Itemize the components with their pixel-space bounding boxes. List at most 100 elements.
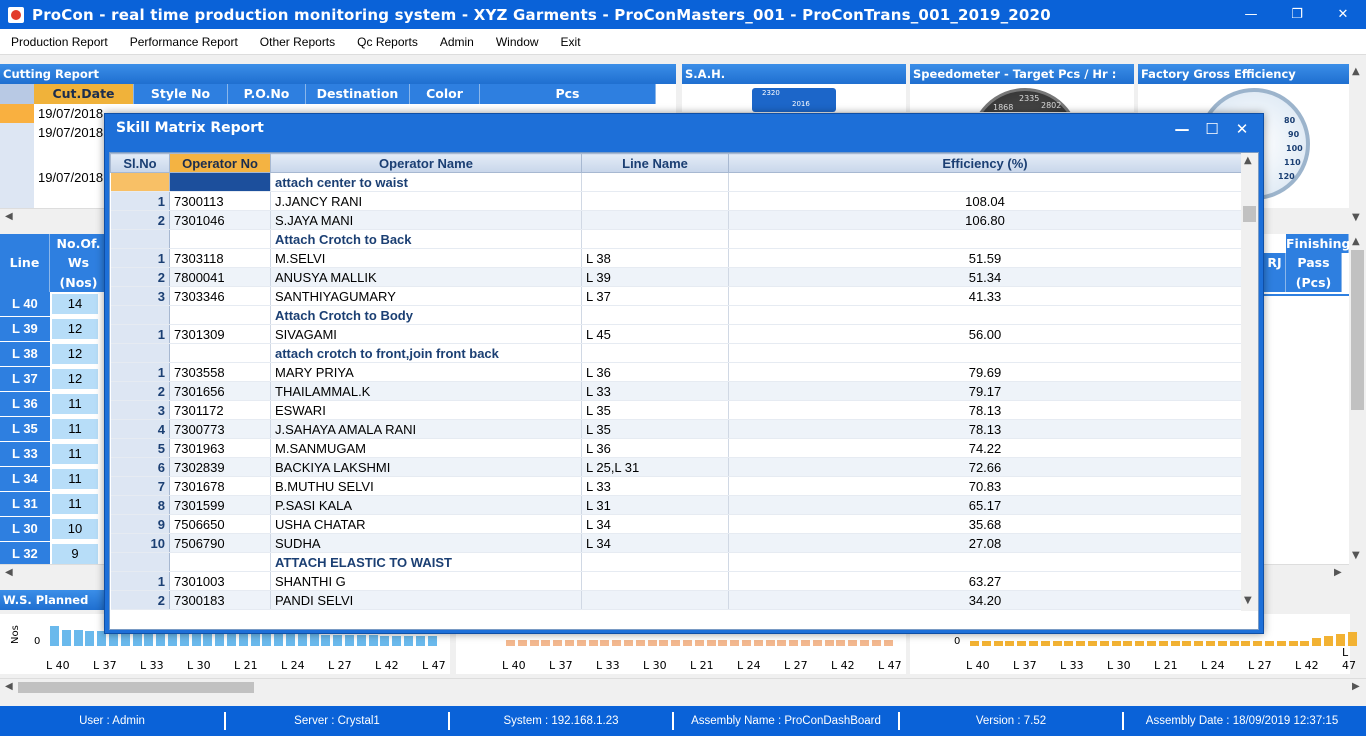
close-icon[interactable]: ✕	[1320, 0, 1366, 29]
line-cell[interactable]: L 37	[0, 367, 50, 391]
main-hscrollbar[interactable]: ◀ ▶	[0, 678, 1366, 695]
col-operator-no[interactable]: Operator No	[169, 153, 271, 173]
col-line[interactable]: Line	[0, 234, 50, 292]
chart-bar	[168, 632, 177, 646]
menu-qc-reports[interactable]: Qc Reports	[346, 35, 429, 49]
ws-count-cell: 11	[52, 469, 98, 489]
line-cell[interactable]: L 31	[0, 492, 50, 516]
col-operator-name[interactable]: Operator Name	[270, 153, 582, 173]
operator-name-cell: SHANTHI G	[270, 571, 582, 591]
x-axis-label: L 30	[1107, 659, 1131, 672]
menu-production-report[interactable]: Production Report	[0, 35, 119, 49]
table-row[interactable]: 10 7506790 SUDHA L 34 27.08	[110, 533, 1242, 553]
table-row[interactable]: 1 7301309 SIVAGAMI L 45 56.00	[110, 324, 1242, 344]
dialog-minimize-icon[interactable]: —	[1167, 118, 1197, 140]
line-cell[interactable]: L 35	[0, 417, 50, 441]
table-row[interactable]: 1 7300113 J.JANCY RANI 108.04	[110, 191, 1242, 211]
menu-other-reports[interactable]: Other Reports	[249, 35, 346, 49]
line-cell[interactable]: L 38	[0, 342, 50, 366]
operator-no-cell: 7506650	[169, 514, 271, 534]
dialog-vscrollbar[interactable]: ▲ ▼	[1241, 153, 1258, 611]
status-bar: User : Admin Server : Crystal1 System : …	[0, 706, 1366, 736]
table-row[interactable]: 3 7301172 ESWARI L 35 78.13	[110, 400, 1242, 420]
scroll-thumb[interactable]	[18, 682, 254, 693]
col-cut-date[interactable]: Cut.Date	[34, 84, 134, 104]
restore-icon[interactable]: ❐	[1274, 0, 1320, 29]
col-efficiency[interactable]: Efficiency (%)	[728, 153, 1242, 173]
table-row[interactable]: 1 7301003 SHANTHI G 63.27	[110, 571, 1242, 591]
select-all-corner[interactable]	[0, 84, 34, 104]
table-row[interactable]: 5 7301963 M.SANMUGAM L 36 74.22	[110, 438, 1242, 458]
chart-bar	[730, 640, 740, 646]
chart-bar	[1029, 641, 1038, 646]
menu-window[interactable]: Window	[485, 35, 550, 49]
scroll-left-icon[interactable]: ◀	[5, 681, 13, 692]
col-color[interactable]: Color	[410, 84, 480, 104]
operator-no-cell	[169, 305, 271, 325]
minimize-icon[interactable]: —	[1228, 0, 1274, 29]
table-row[interactable]: 1 7303118 M.SELVI L 38 51.59	[110, 248, 1242, 268]
scroll-down-icon[interactable]: ▼	[1352, 212, 1360, 223]
group-row[interactable]: Attach Crotch to Back	[110, 229, 1242, 249]
col-style-no[interactable]: Style No	[134, 84, 228, 104]
table-row[interactable]: 2 7301656 THAILAMMAL.K L 33 79.17	[110, 381, 1242, 401]
scroll-thumb[interactable]	[1243, 206, 1256, 222]
dialog-maximize-icon[interactable]: ☐	[1197, 118, 1227, 140]
menu-performance-report[interactable]: Performance Report	[119, 35, 249, 49]
top-right-vscrollbar[interactable]: ▲ ▼	[1349, 64, 1366, 228]
cut-date-cell: 19/07/2018	[38, 106, 104, 121]
line-cell[interactable]: L 30	[0, 517, 50, 541]
sl-no-cell	[110, 172, 170, 192]
scroll-down-icon[interactable]: ▼	[1244, 595, 1252, 606]
group-row[interactable]: Attach Crotch to Body	[110, 305, 1242, 325]
sl-no-cell: 1	[110, 191, 170, 211]
line-cell[interactable]: L 32	[0, 542, 50, 566]
efficiency-cell: 79.17	[728, 381, 1242, 401]
scroll-right-icon[interactable]: ▶	[1334, 567, 1342, 578]
line-cell[interactable]: L 39	[0, 317, 50, 341]
operator-name-cell: J.SAHAYA AMALA RANI	[270, 419, 582, 439]
chart-bar	[706, 640, 716, 646]
line-cell[interactable]: L 36	[0, 392, 50, 416]
group-row[interactable]: attach crotch to front,join front back	[110, 343, 1242, 363]
table-row[interactable]: 2 7300183 PANDI SELVI 34.20	[110, 590, 1242, 610]
dialog-close-icon[interactable]: ✕	[1227, 118, 1257, 140]
scroll-thumb[interactable]	[1351, 250, 1364, 410]
group-row[interactable]: ATTACH ELASTIC TO WAIST	[110, 552, 1242, 572]
group-row[interactable]: attach center to waist	[110, 172, 1242, 192]
col-sl-no[interactable]: Sl.No	[110, 153, 170, 173]
table-row[interactable]: 4 7300773 J.SAHAYA AMALA RANI L 35 78.13	[110, 419, 1242, 439]
scroll-left-icon[interactable]: ◀	[5, 567, 13, 578]
col-line-name[interactable]: Line Name	[581, 153, 729, 173]
chart-bar	[517, 640, 527, 646]
table-row[interactable]: 6 7302839 BACKIYA LAKSHMI L 25,L 31 72.66	[110, 457, 1242, 477]
operation-group-label: Attach Crotch to Body	[270, 305, 582, 325]
col-pcs[interactable]: Pcs	[480, 84, 656, 104]
table-row[interactable]: 7 7301678 B.MUTHU SELVI L 33 70.83	[110, 476, 1242, 496]
menu-admin[interactable]: Admin	[429, 35, 485, 49]
table-row[interactable]: 9 7506650 USHA CHATAR L 34 35.68	[110, 514, 1242, 534]
sl-no-cell: 10	[110, 533, 170, 553]
table-row[interactable]: 1 7303558 MARY PRIYA L 36 79.69	[110, 362, 1242, 382]
table-row[interactable]: 2 7800041 ANUSYA MALLIK L 39 51.34	[110, 267, 1242, 287]
efficiency-cell	[728, 172, 1242, 192]
col-po-no[interactable]: P.O.No	[228, 84, 306, 104]
scroll-up-icon[interactable]: ▲	[1244, 155, 1252, 166]
scroll-up-icon[interactable]: ▲	[1352, 66, 1360, 77]
line-cell[interactable]: L 40	[0, 292, 50, 316]
line-cell[interactable]: L 34	[0, 467, 50, 491]
menu-exit[interactable]: Exit	[550, 35, 592, 49]
scroll-up-icon[interactable]: ▲	[1352, 236, 1360, 247]
scroll-right-icon[interactable]: ▶	[1352, 681, 1360, 692]
scroll-down-icon[interactable]: ▼	[1352, 550, 1360, 561]
line-table-vscrollbar[interactable]: ▲ ▼	[1349, 234, 1366, 564]
efficiency-cell	[728, 343, 1242, 363]
line-cell[interactable]: L 33	[0, 442, 50, 466]
col-destination[interactable]: Destination	[306, 84, 410, 104]
row-selector[interactable]	[0, 104, 34, 123]
table-row[interactable]: 2 7301046 S.JAYA MANI 106.80	[110, 210, 1242, 230]
sah-tick: 2320	[762, 89, 780, 97]
table-row[interactable]: 8 7301599 P.SASI KALA L 31 65.17	[110, 495, 1242, 515]
table-row[interactable]: 3 7303346 SANTHIYAGUMARY L 37 41.33	[110, 286, 1242, 306]
scroll-left-icon[interactable]: ◀	[5, 211, 13, 222]
